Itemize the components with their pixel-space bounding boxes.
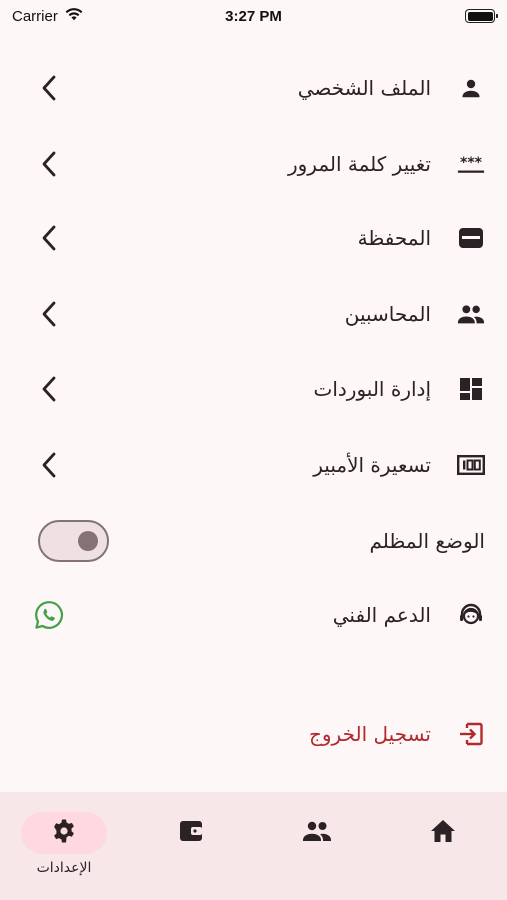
nav-tab-accountants[interactable] xyxy=(257,792,377,900)
menu-label-profile: الملف الشخصي xyxy=(297,76,431,100)
menu-label-ampere-pricing: تسعيرة الأمبير xyxy=(313,453,431,477)
battery-icon xyxy=(465,9,498,23)
nav-icon-slot xyxy=(274,812,360,854)
chevron-left-icon xyxy=(38,375,60,403)
counter-icon xyxy=(457,451,485,479)
menu-label-logout: تسجيل الخروج xyxy=(308,722,431,746)
logout-icon xyxy=(457,720,485,748)
menu-label-dark-mode: الوضع المظلم xyxy=(369,529,485,553)
menu-item-boards[interactable]: إدارة البوردات xyxy=(0,359,507,419)
menu-item-change-password[interactable]: *** تغيير كلمة المرور xyxy=(0,134,507,194)
password-icon: *** xyxy=(457,150,485,178)
menu-label-accountants: المحاسبين xyxy=(344,302,431,326)
menu-label-wallet: المحفظة xyxy=(357,226,431,250)
wallet-card-icon xyxy=(457,224,485,252)
menu-item-profile[interactable]: الملف الشخصي xyxy=(0,58,507,118)
menu-item-logout[interactable]: تسجيل الخروج xyxy=(0,704,507,764)
person-icon xyxy=(457,74,485,102)
gear-icon xyxy=(51,818,77,848)
svg-text:***: *** xyxy=(460,155,483,171)
carrier-label: Carrier xyxy=(12,7,58,25)
chevron-left-icon xyxy=(38,224,60,252)
status-left: Carrier xyxy=(12,7,84,25)
nav-tab-settings[interactable]: الإعدادات xyxy=(4,792,124,900)
nav-icon-slot xyxy=(400,812,486,854)
wallet-icon xyxy=(178,818,204,848)
menu-label-boards: إدارة البوردات xyxy=(313,377,431,401)
whatsapp-icon[interactable] xyxy=(33,599,65,631)
nav-tab-wallet[interactable] xyxy=(131,792,251,900)
menu-label-change-password: تغيير كلمة المرور xyxy=(287,152,431,176)
home-icon xyxy=(429,818,457,848)
menu-item-dark-mode: الوضع المظلم xyxy=(0,511,507,571)
nav-active-indicator xyxy=(21,812,107,854)
menu-item-accountants[interactable]: المحاسبين xyxy=(0,284,507,344)
menu-item-support[interactable]: الدعم الفني xyxy=(0,585,507,645)
toggle-knob xyxy=(78,531,98,551)
dark-mode-toggle[interactable] xyxy=(38,520,109,562)
status-bar: Carrier 3:27 PM xyxy=(0,0,507,32)
menu-label-support: الدعم الفني xyxy=(332,603,431,627)
people-icon xyxy=(301,820,333,846)
wifi-icon xyxy=(64,7,84,25)
nav-icon-slot xyxy=(148,812,234,854)
chevron-left-icon xyxy=(38,300,60,328)
chevron-left-icon xyxy=(38,74,60,102)
bottom-nav: الإعدادات xyxy=(0,792,507,900)
menu-item-ampere-pricing[interactable]: تسعيرة الأمبير xyxy=(0,435,507,495)
people-icon xyxy=(457,300,485,328)
nav-label-settings: الإعدادات xyxy=(36,860,92,876)
menu-item-wallet[interactable]: المحفظة xyxy=(0,208,507,268)
chevron-left-icon xyxy=(38,451,60,479)
nav-tab-home[interactable] xyxy=(383,792,503,900)
chevron-left-icon xyxy=(38,150,60,178)
dashboard-icon xyxy=(457,375,485,403)
support-agent-icon xyxy=(457,601,485,629)
